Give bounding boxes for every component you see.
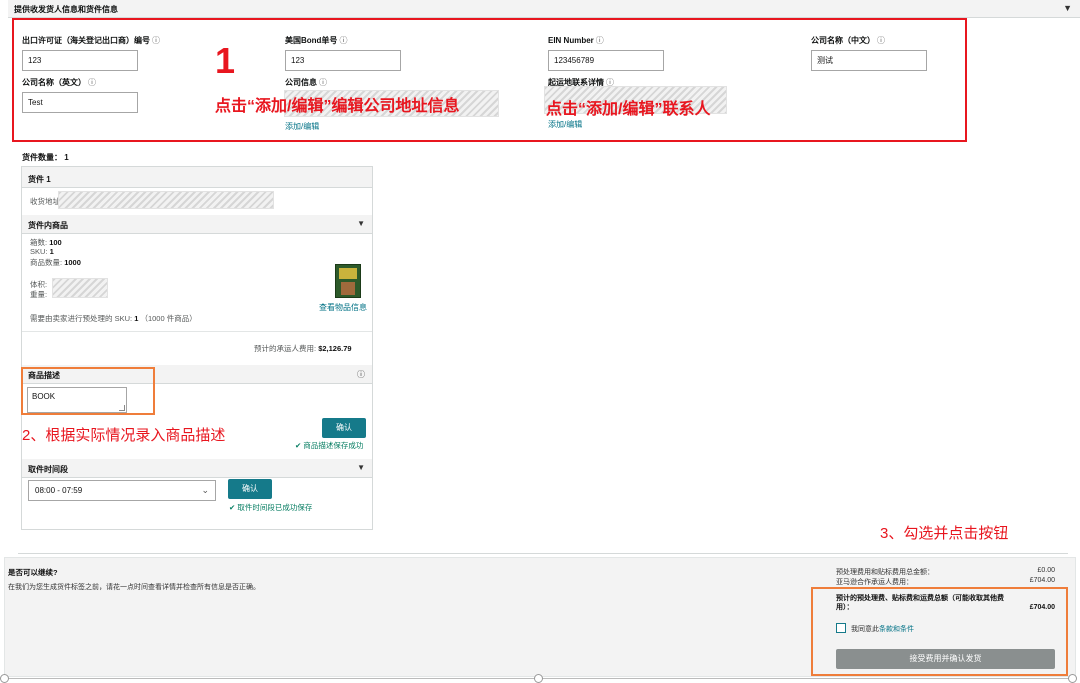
info-icon[interactable]: ⓘ [88, 78, 96, 87]
info-icon[interactable]: ⓘ [357, 369, 365, 380]
redacted-dimensions [52, 278, 108, 298]
annotation-step1-company: 点击“添加/编辑”编辑公司地址信息 [215, 98, 460, 115]
ein-label: EIN Number ⓘ [548, 36, 604, 45]
items-header[interactable]: 货件内商品 ▼ [22, 215, 372, 234]
pickup-header[interactable]: 取件时间段 ▼ [22, 459, 372, 478]
prep-sku-row: 需要由卖家进行预处理的 SKU: 1 （1000 件商品） [30, 314, 197, 323]
shipment-title: 货件 1 [28, 175, 51, 184]
footer-note: 在我们为您生成货件标签之前，请花一点时间查看详情并检查所有信息是否正确。 [8, 584, 260, 591]
agree-text: 我同意此条款和条件 [851, 626, 914, 633]
contact-edit-link[interactable]: 添加/编辑 [548, 119, 582, 130]
check-icon: ✔ [295, 441, 302, 450]
scroll-handle-right[interactable] [1068, 674, 1077, 683]
desc-textarea[interactable]: BOOK [27, 387, 127, 413]
info-icon[interactable]: ⓘ [319, 78, 327, 87]
carrier-fee-row: 预计的承运人费用: $2,126.79 [254, 344, 352, 353]
footer-title: 是否可以继续? [8, 568, 58, 577]
caret-down-icon[interactable]: ▼ [357, 219, 365, 228]
view-item-link[interactable]: 查看物品信息 [319, 302, 367, 313]
info-icon[interactable]: ⓘ [339, 36, 347, 45]
agree-checkbox[interactable] [836, 623, 846, 633]
company-en-label: 公司名称（英文） ⓘ [22, 78, 96, 87]
bond-no-label: 美国Bond单号 ⓘ [285, 36, 348, 45]
pickup-saved-msg: ✔ 取件时间段已成功保存 [229, 503, 313, 512]
company-info-edit-link[interactable]: 添加/编辑 [285, 121, 319, 132]
book-thumbnail[interactable] [335, 264, 361, 298]
prep-fee-value: £0.00 [1037, 567, 1055, 574]
company-cn-label: 公司名称（中文） ⓘ [811, 36, 885, 45]
desc-saved-msg: ✔ 商品描述保存成功 [295, 441, 364, 450]
export-license-label: 出口许可证（海关登记出口商）编号 ⓘ [22, 36, 160, 45]
carrier-fee-value: £704.00 [1029, 577, 1055, 584]
scroll-handle-mid[interactable] [534, 674, 543, 683]
info-icon[interactable]: ⓘ [596, 36, 604, 45]
company-cn-input[interactable] [811, 50, 927, 71]
accept-and-confirm-button[interactable]: 接受费用并确认发货 [836, 649, 1055, 669]
scroll-handle-left[interactable] [0, 674, 9, 683]
weight-label: 重量: [30, 290, 48, 299]
bond-no-input[interactable] [285, 50, 401, 71]
company-info-label: 公司信息 ⓘ [285, 78, 327, 87]
carrier-fee-label: 亚马逊合作承运人费用： [836, 579, 913, 586]
info-icon[interactable]: ⓘ [877, 36, 885, 45]
sku-row: SKU: 1 [30, 247, 54, 256]
total-fee-label: 预计的预处理费、贴标费和运费总额（可能收取其他费用）： [836, 595, 1004, 611]
total-fee-value: £704.00 [1029, 604, 1055, 611]
items-title: 货件内商品 [28, 221, 68, 230]
caret-down-icon[interactable]: ▼ [357, 463, 365, 472]
pickup-confirm-button[interactable]: 确认 [228, 479, 272, 499]
info-icon[interactable]: ⓘ [152, 36, 160, 45]
qty-row: 商品数量: 1000 [30, 258, 81, 267]
section-title: 提供收发货人信息和货件信息 [14, 5, 118, 14]
shipment-header: 货件 1 [22, 167, 372, 188]
section-header[interactable]: 提供收发货人信息和货件信息 ▼ [8, 0, 1080, 18]
shipment-panel: 货件 1 收货地址: 货件内商品 ▼ 箱数: 100 SKU: 1 商品数量: … [21, 166, 373, 530]
pickup-title: 取件时间段 [28, 465, 68, 474]
redacted-ship-address [58, 191, 274, 209]
chevron-down-icon: ⌄ [201, 485, 209, 495]
shipment-count: 货件数量： 1 [22, 153, 69, 162]
ein-input[interactable] [548, 50, 664, 71]
check-icon: ✔ [229, 503, 236, 512]
annotation-step2: 2、根据实际情况录入商品描述 [22, 427, 226, 444]
desc-confirm-button[interactable]: 确认 [322, 418, 366, 438]
caret-down-icon[interactable]: ▼ [1063, 3, 1072, 13]
divider [22, 331, 372, 332]
export-license-input[interactable] [22, 50, 138, 71]
annotation-step3: 3、勾选并点击按钮 [880, 525, 1009, 542]
annotation-step1-number: 1 [215, 40, 236, 81]
pickup-time-select[interactable]: 08:00 - 07:59 ⌄ [28, 480, 216, 501]
annotation-step1-contact: 点击“添加/编辑”联系人 [546, 101, 711, 118]
company-en-input[interactable] [22, 92, 138, 113]
terms-link[interactable]: 条款和条件 [879, 626, 914, 633]
prep-fee-label: 预处理费用和贴标费用总金额： [836, 569, 934, 576]
divider [18, 553, 1068, 554]
